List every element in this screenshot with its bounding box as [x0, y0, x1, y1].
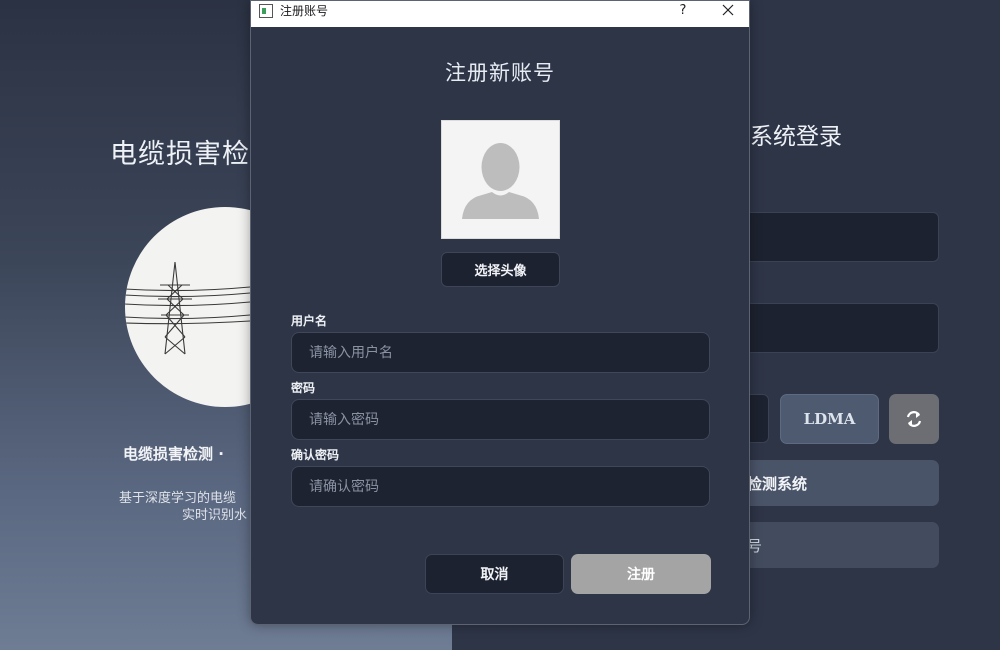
- username-field[interactable]: [291, 332, 710, 373]
- help-button[interactable]: ?: [675, 1, 691, 21]
- register-dialog: 注册账号 ? 注册新账号 选择头像 用户名 密码 确认密码 取消 注册: [250, 0, 750, 625]
- brand-subtitle: 电缆损害检测 ·: [123, 445, 224, 463]
- username-input[interactable]: [309, 344, 709, 361]
- username-label: 用户名: [291, 314, 328, 328]
- login-title: 系统登录: [750, 124, 842, 150]
- choose-avatar-button[interactable]: 选择头像: [441, 252, 560, 287]
- dialog-titlebar[interactable]: 注册账号 ?: [251, 1, 749, 27]
- password-label: 密码: [291, 381, 316, 395]
- refresh-icon: [906, 411, 922, 427]
- avatar-preview: [441, 120, 560, 239]
- cancel-button[interactable]: 取消: [425, 554, 564, 594]
- close-icon: [722, 4, 734, 16]
- brand-title: 电缆损害检: [110, 139, 250, 170]
- close-button[interactable]: [717, 1, 739, 21]
- confirm-password-label: 确认密码: [291, 448, 340, 462]
- dialog-window-title: 注册账号: [280, 4, 329, 18]
- captcha-image[interactable]: LDMA: [780, 394, 879, 444]
- password-field[interactable]: [291, 399, 710, 440]
- app-window-icon: [259, 4, 273, 18]
- confirm-password-field[interactable]: [291, 466, 710, 507]
- password-input[interactable]: [309, 411, 709, 428]
- refresh-captcha-button[interactable]: [889, 394, 939, 444]
- register-button[interactable]: 注册: [571, 554, 711, 594]
- user-silhouette-icon: [462, 143, 539, 219]
- confirm-password-input[interactable]: [309, 478, 709, 495]
- dialog-heading: 注册新账号: [445, 61, 555, 85]
